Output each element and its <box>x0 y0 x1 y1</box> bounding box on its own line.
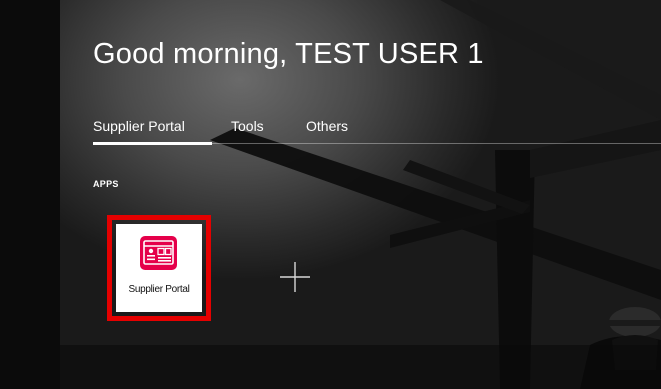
greeting-title: Good morning, TEST USER 1 <box>93 38 484 70</box>
supplier-portal-icon <box>140 236 177 270</box>
selected-tab-indicator <box>93 142 212 145</box>
add-app-button[interactable] <box>270 252 320 302</box>
tab-supplier-portal[interactable]: Supplier Portal <box>93 118 213 140</box>
app-label-supplier-portal: Supplier Portal <box>128 284 190 295</box>
plus-icon <box>280 262 310 292</box>
springboard-tabs: Supplier Portal Tools Others <box>93 118 348 140</box>
app-tile-supplier-portal[interactable]: Supplier Portal <box>116 224 202 312</box>
tab-tools[interactable]: Tools <box>213 118 285 140</box>
tab-others[interactable]: Others <box>285 118 348 140</box>
apps-section-label: APPS <box>93 179 119 189</box>
home-page: Good morning, TEST USER 1 Supplier Porta… <box>0 0 661 389</box>
